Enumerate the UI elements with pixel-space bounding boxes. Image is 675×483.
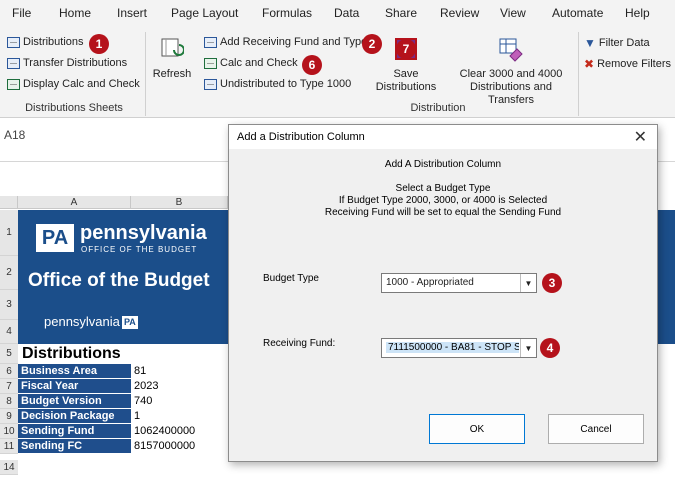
calc-and-check-button[interactable]: Calc and Check [204,57,298,69]
ok-button[interactable]: OK [429,414,525,444]
ribbon-divider [145,32,146,116]
value-decision-package[interactable]: 1 [134,409,140,424]
group-label-distributions-sheets: Distributions Sheets [25,102,123,114]
pa-logo: PA [36,224,74,252]
row-header-10[interactable]: 10 [0,424,18,439]
dialog-instruction-3: Receiving Fund will be set to equal the … [324,207,562,218]
budget-type-select[interactable]: 1000 - Appropriated ▼ [381,273,537,293]
filter-icon: ▼ [584,36,596,50]
refresh-icon [161,38,184,57]
label-business-area: Business Area [18,364,131,379]
dialog-instruction-1: Select a Budget Type [395,183,491,194]
remove-filters-button[interactable]: ✖ Remove Filters [584,57,671,71]
dialog-titlebar: Add a Distribution Column ✕ [229,125,657,149]
budget-type-label: Budget Type [263,273,319,284]
value-fiscal-year[interactable]: 2023 [134,379,158,394]
close-icon[interactable]: ✕ [634,127,647,147]
menu-home[interactable]: Home [59,6,91,20]
label-budget-version: Budget Version [18,394,131,409]
transfer-distributions-button[interactable]: Transfer Distributions [7,57,127,69]
table-icon [204,36,217,48]
callout-1: 1 [89,34,109,54]
value-sending-fc[interactable]: 8157000000 [134,439,195,454]
pa-footer: pennsylvania PA [44,314,138,330]
sheet-icon [7,57,20,69]
undistributed-button[interactable]: Undistributed to Type 1000 [204,78,351,90]
excel-icon [204,57,217,69]
dialog-instruction-2: If Budget Type 2000, 3000, or 4000 is Se… [338,195,548,206]
add-distribution-dialog: Add a Distribution Column ✕ Add A Distri… [228,124,658,462]
menu-data[interactable]: Data [334,6,359,20]
row-header-9[interactable]: 9 [0,409,18,424]
pa-subtitle: OFFICE OF THE BUDGET [81,245,198,254]
menu-bar: File Home Insert Page Layout Formulas Da… [0,0,675,26]
group-label-distribution: Distribution [410,102,466,114]
display-calc-check-button[interactable]: Display Calc and Check [7,78,140,90]
label-sending-fund: Sending Fund [18,424,131,439]
callout-6: 6 [302,55,322,75]
distributions-button[interactable]: Distributions [7,36,84,48]
row-header-1[interactable]: 1 [0,210,18,256]
clear-distributions-button[interactable]: Clear 3000 and 4000 Distributions and Tr… [446,32,576,106]
excel-icon [7,78,20,90]
sheet-icon [7,36,20,48]
row-header-4[interactable]: 4 [0,320,18,344]
ribbon: Distributions 1 Transfer Distributions D… [0,26,675,118]
row-header-6[interactable]: 6 [0,364,18,379]
row-header-14[interactable]: 14 [0,460,18,475]
add-receiving-fund-button[interactable]: Add Receiving Fund and Type [204,36,367,48]
value-budget-version[interactable]: 740 [134,394,152,409]
pa-banner: PA pennsylvania OFFICE OF THE BUDGET Off… [18,210,233,344]
menu-help[interactable]: Help [625,6,650,20]
refresh-button[interactable]: Refresh [150,32,194,88]
menu-file[interactable]: File [12,6,31,20]
value-business-area[interactable]: 81 [134,364,146,379]
menu-view[interactable]: View [500,6,526,20]
receiving-fund-label: Receiving Fund: [263,338,336,349]
column-header-b[interactable]: B [131,196,228,209]
pa-wordmark: pennsylvania [80,222,207,244]
callout-7: 7 [396,39,416,59]
row-header-2[interactable]: 2 [0,256,18,290]
banner-edge [658,210,675,344]
row-header-3[interactable]: 3 [0,290,18,320]
filter-data-button[interactable]: ▼ Filter Data [584,36,650,50]
distributions-title: Distributions [22,345,121,362]
label-sending-fc: Sending FC [18,439,131,454]
name-box[interactable]: A18 [4,128,25,142]
save-label: Save Distributions [375,68,437,93]
label-fiscal-year: Fiscal Year [18,379,131,394]
callout-4: 4 [540,338,560,358]
menu-share[interactable]: Share [385,6,417,20]
row-header-11[interactable]: 11 [0,439,18,454]
menu-automate[interactable]: Automate [552,6,603,20]
value-sending-fund[interactable]: 1062400000 [134,424,195,439]
menu-formulas[interactable]: Formulas [262,6,312,20]
receiving-fund-select[interactable]: 7111500000 - BA81 - STOP Sc ▼ [381,338,537,358]
dialog-title: Add a Distribution Column [237,131,365,143]
office-title: Office of the Budget [28,270,210,291]
callout-3: 3 [542,273,562,293]
ribbon-divider [578,32,579,116]
row-header-7[interactable]: 7 [0,379,18,394]
remove-filter-icon: ✖ [584,57,595,71]
chevron-down-icon[interactable]: ▼ [520,274,536,292]
row-header-8[interactable]: 8 [0,394,18,409]
pa-mini-logo: PA [121,316,138,330]
menu-page-layout[interactable]: Page Layout [171,6,238,20]
label-decision-package: Decision Package [18,409,131,424]
cancel-button[interactable]: Cancel [548,414,644,444]
chevron-down-icon[interactable]: ▼ [520,339,536,357]
dialog-heading: Add A Distribution Column [384,159,502,170]
row-header-5[interactable]: 5 [0,344,18,364]
save-distributions-button[interactable]: 7 Save Distributions [373,32,439,96]
eraser-icon [499,38,523,62]
menu-insert[interactable]: Insert [117,6,147,20]
grid-icon [204,78,217,90]
menu-review[interactable]: Review [440,6,479,20]
column-header-a[interactable]: A [18,196,131,209]
select-all-corner[interactable] [0,196,18,209]
